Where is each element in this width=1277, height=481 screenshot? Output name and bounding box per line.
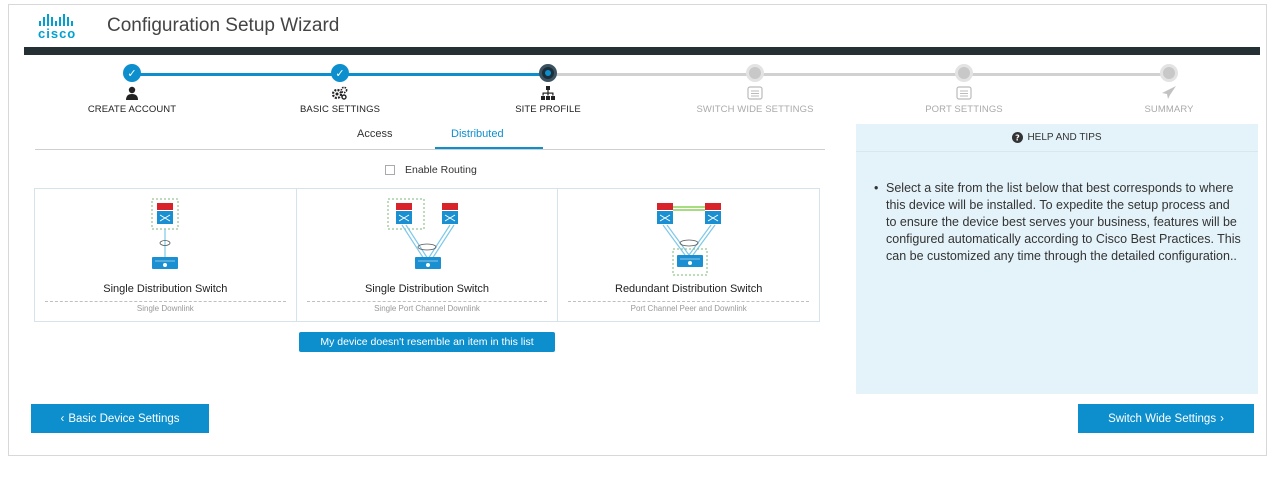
port-icon (884, 84, 1044, 102)
cisco-logo-text: cisco (38, 26, 77, 41)
pending-step-indicator-icon (746, 64, 764, 82)
active-tab-indicator (435, 147, 543, 149)
card-title: Single Distribution Switch (103, 283, 228, 295)
chevron-right-icon: › (1220, 412, 1224, 425)
redundant-distribution-diagram-icon (656, 203, 721, 276)
enable-routing-option[interactable]: Enable Routing (385, 164, 477, 176)
tab-access[interactable]: Access (357, 128, 392, 140)
card-divider (45, 301, 286, 302)
sitemap-icon (468, 84, 628, 102)
tab-distributed[interactable]: Distributed (451, 128, 504, 140)
user-icon (52, 84, 212, 102)
header: cisco Configuration Setup Wizard (9, 5, 1266, 47)
step-label: SWITCH WIDE SETTINGS (696, 104, 814, 115)
page-title: Configuration Setup Wizard (107, 15, 340, 36)
switch-icon (675, 84, 835, 102)
check-icon: ✓ (331, 64, 349, 82)
stepper-progress-remaining (548, 73, 1168, 76)
bullet-icon: • (874, 181, 879, 195)
card-divider (568, 301, 810, 302)
site-profile-panel: Access Distributed Enable Routing Single… (25, 120, 825, 390)
card-subtitle: Single Port Channel Downlink (374, 304, 480, 313)
card-title: Single Distribution Switch (364, 283, 490, 295)
help-and-tips-panel: ? HELP AND TIPS • Select a site from the… (856, 124, 1258, 394)
step-summary[interactable]: SUMMARY (1089, 64, 1249, 115)
next-button[interactable]: Switch Wide Settings › (1078, 404, 1254, 433)
help-body: • Select a site from the list below that… (856, 152, 1258, 265)
current-step-indicator-icon (539, 64, 557, 82)
step-label: BASIC SETTINGS (299, 104, 381, 115)
enable-routing-checkbox[interactable] (385, 165, 395, 175)
card-divider (306, 301, 548, 302)
pending-step-indicator-icon (1160, 64, 1178, 82)
wizard-stepper: ✓ CREATE ACCOUNT ✓ BASIC SETTINGS SITE P… (24, 55, 1260, 121)
back-button-label: Basic Device Settings (68, 412, 180, 425)
next-button-label: Switch Wide Settings (1108, 412, 1217, 425)
card-subtitle: Single Downlink (136, 304, 194, 313)
question-circle-icon: ? (1012, 132, 1024, 143)
step-create-account[interactable]: ✓ CREATE ACCOUNT (52, 64, 212, 115)
cisco-logo-bars-icon (35, 14, 91, 26)
site-profile-cards: Single Distribution Switch Single Downli… (34, 188, 820, 322)
enable-routing-label: Enable Routing (405, 164, 477, 176)
step-label: CREATE ACCOUNT (87, 104, 177, 115)
gears-icon (260, 84, 420, 102)
site-card-single-downlink[interactable]: Single Distribution Switch Single Downli… (35, 189, 297, 321)
send-icon (1089, 84, 1249, 102)
check-icon: ✓ (123, 64, 141, 82)
help-text: Select a site from the list below that b… (886, 181, 1241, 263)
help-title: HELP AND TIPS (1027, 132, 1102, 143)
step-label: SUMMARY (1144, 104, 1194, 115)
help-header: ? HELP AND TIPS (856, 124, 1258, 152)
site-card-redundant-distribution[interactable]: Redundant Distribution Switch Port Chann… (558, 189, 819, 321)
single-port-channel-diagram-icon (387, 198, 458, 269)
site-profile-tabs: Access Distributed (35, 120, 825, 150)
step-label: PORT SETTINGS (925, 104, 1003, 115)
site-card-single-port-channel[interactable]: Single Distribution Switch Single Port C… (297, 189, 559, 321)
header-divider-bar (24, 47, 1260, 55)
cisco-logo: cisco (35, 14, 91, 44)
step-site-profile[interactable]: SITE PROFILE (468, 64, 628, 115)
card-title: Redundant Distribution Switch (615, 283, 763, 295)
pending-step-indicator-icon (955, 64, 973, 82)
card-subtitle: Port Channel Peer and Downlink (630, 304, 747, 313)
single-distribution-diagram-icon (151, 198, 179, 269)
step-switch-wide-settings[interactable]: SWITCH WIDE SETTINGS (675, 64, 835, 115)
svg-text:?: ? (1016, 134, 1021, 143)
chevron-left-icon: ‹ (60, 412, 65, 425)
step-port-settings[interactable]: PORT SETTINGS (884, 64, 1044, 115)
step-basic-settings[interactable]: ✓ BASIC SETTINGS (260, 64, 420, 115)
back-button[interactable]: ‹ Basic Device Settings (31, 404, 209, 433)
device-not-listed-button[interactable]: My device doesn't resemble an item in th… (299, 332, 555, 352)
step-label: SITE PROFILE (515, 104, 581, 115)
